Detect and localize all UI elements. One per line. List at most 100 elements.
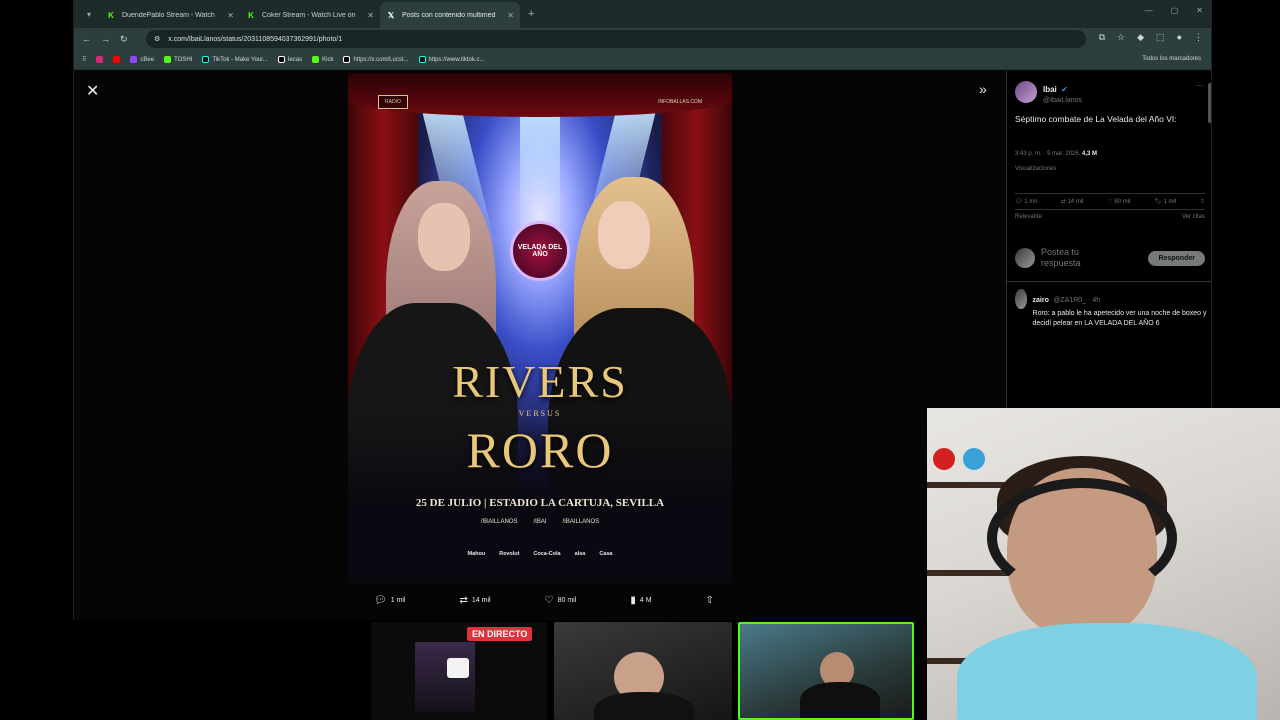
scrollbar[interactable] [1208,83,1211,123]
close-window-icon[interactable]: ✕ [1196,6,1203,15]
bookmark-label: Kick [322,56,334,63]
share-button[interactable]: ⇧ [706,595,714,606]
reply-text: Roro: a pablo le ha apetecido ver una no… [1032,310,1207,327]
tab-search-icon[interactable]: ▾ [78,3,100,25]
reply-input[interactable]: Postea tu respuesta [1041,247,1121,269]
stream-thumbnail-1[interactable]: EN DIRECTO [371,622,547,720]
reply-icon: 💬︎ [374,594,387,606]
bookmark-label: TOSHI [174,56,193,63]
minimize-icon[interactable]: — [1145,6,1153,15]
tweet-author[interactable]: Ibai ✔ @IbaiLlanos [1015,79,1082,104]
close-tab-icon[interactable]: ✕ [227,11,234,20]
tab-title: Coker Stream - Watch Live on [262,11,356,19]
profile-icon[interactable]: ● [1177,32,1182,43]
streamer-body [594,692,694,720]
youtube-icon [113,56,121,63]
close-tab-icon[interactable]: ✕ [367,11,374,20]
install-icon[interactable]: ⧉ [1099,32,1105,43]
tab-strip: ▾ K DuendePablo Stream - Watch ✕ K Coker… [74,0,1211,28]
repost-icon: ⇄ [459,594,468,606]
kick-icon: K [248,10,254,20]
verified-icon: ✔ [1061,85,1068,94]
reply-button[interactable]: 💬︎ 1 mil [374,595,405,606]
tweet-views: 4,3 M [1082,151,1098,157]
streamer-shirt [957,623,1257,720]
stat-value: 1 mil [1024,199,1037,205]
reload-icon[interactable]: ↻ [120,34,128,45]
star-icon[interactable]: ☆ [1117,32,1125,43]
close-tab-icon[interactable]: ✕ [507,11,514,20]
close-icon[interactable]: ✕ [86,81,99,101]
all-bookmarks[interactable]: Todos los marcadores [1142,56,1201,62]
more-options-icon[interactable]: ⋯ [1195,81,1203,90]
bookmark-instagram[interactable] [96,56,104,63]
share-icon[interactable]: ⇧ [1200,198,1205,205]
bookmark-iecas[interactable]: Iecas [277,56,303,63]
see-quotes-link[interactable]: Ver citas [1182,214,1205,220]
tab-x-post[interactable]: 𝕏 Posts con contenido multimed ✕ [380,2,520,28]
toys [933,438,1013,478]
streamer-body [800,682,880,718]
back-icon[interactable]: ← [82,34,91,44]
stream-thumbnail-3[interactable] [738,622,914,720]
sponsor: Revolut [499,551,520,557]
bookmark-tiktok[interactable]: TikTok - Make Your... [202,56,268,63]
expand-sidebar-icon[interactable]: » [979,81,987,97]
bookmark-kick[interactable]: Kick [312,56,333,63]
bookmark-tiktok-2[interactable]: https://www.tiktok.c... [418,56,485,63]
tab-coker[interactable]: K Coker Stream - Watch Live on ✕ [240,2,380,28]
velada-poster-image[interactable]: RADIO INFOBAI.LAS.COM VELADA DEL AÑO RIV… [348,73,732,583]
stat-likes[interactable]: ♡ 80 mil [1107,198,1130,205]
tab-title: DuendePablo Stream - Watch [122,11,215,19]
bookmark-cbee[interactable]: cBee [130,56,154,63]
stat-bookmarks[interactable]: 🔖︎ 1 mil [1154,198,1176,205]
apps-icon[interactable]: ⠿ [82,56,86,63]
extension-icon[interactable]: ◆ [1137,32,1144,43]
like-button[interactable]: ♡ 80 mil [545,595,577,606]
author-name: Ibai [1043,85,1057,94]
poster-website: INFOBAI.LAS.COM [658,99,702,105]
bookmark-toshi[interactable]: TOSHI [164,56,192,63]
live-badge: EN DIRECTO [467,627,533,641]
stat-replies[interactable]: 💬︎ 1 mil [1015,198,1037,205]
stream-thumbnail-2[interactable] [554,622,732,720]
reply-author-handle: @ZA1R0_ · 4h [1053,297,1101,304]
fighter2-name: RORO [466,422,614,478]
like-count: 80 mil [557,596,577,604]
instagram-icon [96,56,104,63]
bookmark-label: cBee [140,56,155,63]
fighter-right-face [598,201,650,269]
address-bar[interactable]: ⚙ x.com/IbaiLlanos/status/20311085940373… [146,30,1086,48]
bookmark-youtube[interactable] [113,56,121,63]
reply-item[interactable]: zairo @ZA1R0_ · 4h Roro: a pablo le ha a… [1015,289,1207,329]
bookmark-x-lucst[interactable]: https://x.com/Lucst... [343,56,409,63]
reply-submit-button[interactable]: Responder [1148,250,1205,266]
versus-text: VERSUS [518,409,562,418]
author-handle: @IbaiLlanos [1043,97,1083,104]
views-button[interactable]: ▮ 4 M [630,595,651,606]
new-tab-button[interactable]: + [528,8,534,20]
poster-socials: /IBAILLANOS /IBAI /IBAILLANOS [348,519,732,525]
stat-reposts[interactable]: ⇄ 14 mil [1061,198,1084,205]
avatar[interactable] [1015,80,1037,103]
bookmark-label: https://www.tiktok.c... [428,56,485,63]
repost-button[interactable]: ⇄ 14 mil [460,595,491,606]
tab-duendepablo[interactable]: K DuendePablo Stream - Watch ✕ [100,2,240,28]
menu-icon[interactable]: ⋮ [1194,32,1203,43]
maximize-icon[interactable]: ▢ [1171,6,1179,15]
twitch-icon [130,56,138,63]
bookmark-label: Iecas [287,56,303,63]
forward-icon[interactable]: → [101,34,110,44]
headset [987,478,1177,598]
site-info-icon[interactable]: ⚙ [154,35,160,43]
velada-emblem: VELADA DEL AÑO [510,221,570,281]
sort-dropdown[interactable]: Relevante [1015,214,1042,220]
tweet-stats: 💬︎ 1 mil ⇄ 14 mil ♡ 80 mil 🔖︎ 1 mil ⇧ [1015,193,1205,210]
tweet-text: Séptimo combate de La Velada del Año VI: [1015,114,1177,124]
fighter-left-face [418,203,470,271]
tiktok-icon [202,56,210,63]
tweet-timestamp[interactable]: 3:43 p. m. · 9 mar. 2026 [1015,151,1079,157]
avatar[interactable] [1015,289,1027,309]
extensions-puzzle-icon[interactable]: ⬚ [1156,32,1165,43]
sponsor: Casa [599,551,613,557]
